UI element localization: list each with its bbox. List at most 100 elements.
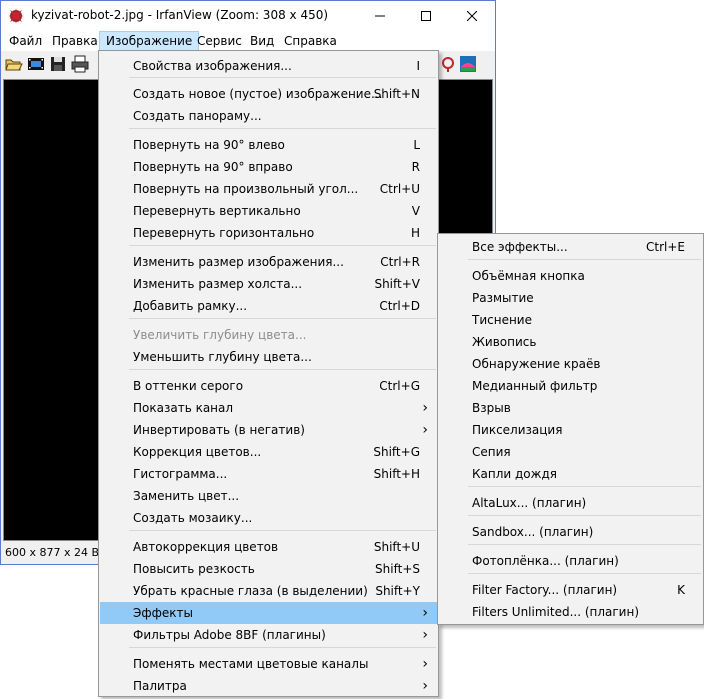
- menu-separator: [129, 530, 436, 531]
- menu-item-decrease-color-depth[interactable]: Уменьшить глубину цвета...: [100, 346, 437, 368]
- menu-item-emboss[interactable]: Тиснение: [439, 309, 702, 331]
- menu-item-filter-factory-plugin[interactable]: Filter Factory... (плагин) K: [439, 579, 702, 601]
- maximize-button[interactable]: [403, 1, 449, 31]
- menu-item-label: Медианный фильтр: [472, 379, 598, 393]
- menu-item-show-channel[interactable]: Показать канал ›: [100, 397, 437, 419]
- menu-separator: [468, 515, 701, 516]
- menu-item-shortcut: Shift+H: [373, 467, 420, 481]
- menu-item-shortcut: V: [411, 204, 420, 218]
- menu-separator: [468, 486, 701, 487]
- menu-item-median-filter[interactable]: Медианный фильтр: [439, 375, 702, 397]
- menu-item-label: Уменьшить глубину цвета...: [133, 350, 312, 364]
- menu-item-label: Создать мозаику...: [133, 511, 253, 525]
- menu-bar: Файл Правка Изображение Сервис Вид Справ…: [1, 31, 495, 51]
- menu-separator: [468, 259, 701, 260]
- menu-item-oil-paint[interactable]: Живопись: [439, 331, 702, 353]
- menu-item-label: Объёмная кнопка: [472, 269, 585, 283]
- menu-item-label: Повернуть на 90° влево: [133, 138, 285, 152]
- menu-item-auto-color-correction[interactable]: Автокоррекция цветов Shift+U: [100, 536, 437, 558]
- menu-item-create-new-image[interactable]: Создать новое (пустое) изображение... Shi…: [100, 83, 437, 105]
- title-bar[interactable]: kyzivat-robot-2.jpg - IrfanView (Zoom: 3…: [1, 1, 495, 31]
- menu-tools[interactable]: Сервис: [191, 32, 248, 50]
- menu-image[interactable]: Изображение: [99, 31, 200, 51]
- menu-item-shortcut: Ctrl+D: [379, 299, 420, 313]
- menu-item-filters-unlimited-plugin[interactable]: Filters Unlimited... (плагин): [439, 601, 702, 623]
- open-folder-icon[interactable]: [5, 55, 23, 73]
- menu-item-label: Создать панораму...: [133, 109, 262, 123]
- menu-item-shortcut: Ctrl+G: [379, 379, 420, 393]
- menu-item-rotate-left[interactable]: Повернуть на 90° влево L: [100, 134, 437, 156]
- menu-item-negative[interactable]: Инвертировать (в негатив) ›: [100, 419, 437, 441]
- menu-item-edge-detection[interactable]: Обнаружение краёв: [439, 353, 702, 375]
- menu-item-label: Тиснение: [472, 313, 532, 327]
- save-icon[interactable]: [49, 55, 67, 73]
- menu-item-resize-canvas[interactable]: Изменить размер холста... Shift+V: [100, 273, 437, 295]
- menu-help[interactable]: Справка: [278, 32, 343, 50]
- menu-view[interactable]: Вид: [244, 32, 280, 50]
- menu-item-flip-vertical[interactable]: Перевернуть вертикально V: [100, 200, 437, 222]
- menu-file[interactable]: Файл: [3, 32, 48, 50]
- menu-item-increase-color-depth: Увеличить глубину цвета...: [100, 324, 437, 346]
- menu-item-label: Заменить цвет...: [133, 489, 240, 503]
- menu-item-label: Капли дождя: [472, 467, 557, 481]
- menu-item-replace-color[interactable]: Заменить цвет...: [100, 485, 437, 507]
- menu-item-explosion[interactable]: Взрыв: [439, 397, 702, 419]
- menu-item-label: Перевернуть вертикально: [133, 204, 301, 218]
- submenu-arrow-icon: ›: [422, 400, 428, 416]
- menu-item-color-corrections[interactable]: Коррекция цветов... Shift+G: [100, 441, 437, 463]
- minimize-button[interactable]: [357, 1, 403, 31]
- irfanview-app-icon: [8, 8, 24, 24]
- print-icon[interactable]: [71, 55, 89, 73]
- menu-item-shortcut: I: [416, 59, 420, 73]
- menu-item-label: Повернуть на произвольный угол...: [133, 182, 359, 196]
- menu-item-resize-image[interactable]: Изменить размер изображения... Ctrl+R: [100, 251, 437, 273]
- menu-item-swap-color-channels[interactable]: Поменять местами цветовые каналы ›: [100, 653, 437, 675]
- menu-item-rain-drops[interactable]: Капли дождя: [439, 463, 702, 485]
- menu-item-film-effect-plugin[interactable]: Фотоплёнка... (плагин): [439, 550, 702, 572]
- submenu-arrow-icon: ›: [422, 656, 428, 672]
- menu-item-effects[interactable]: Эффекты ›: [100, 602, 437, 624]
- menu-item-rotate-custom[interactable]: Повернуть на произвольный угол... Ctrl+U: [100, 178, 437, 200]
- menu-item-3d-button[interactable]: Объёмная кнопка: [439, 265, 702, 287]
- menu-item-label: Filter Factory... (плагин): [472, 583, 618, 597]
- menu-item-red-eye-reduction[interactable]: Убрать красные глаза (в выделении) Shift+…: [100, 580, 437, 602]
- menu-item-sepia[interactable]: Сепия: [439, 441, 702, 463]
- menu-item-label: Гистограмма...: [133, 467, 228, 481]
- menu-item-histogram[interactable]: Гистограмма... Shift+H: [100, 463, 437, 485]
- menu-item-palette[interactable]: Палитра ›: [100, 675, 437, 697]
- menu-item-adobe-8bf-filters[interactable]: Фильтры Adobe 8BF (плагины) ›: [100, 624, 437, 646]
- menu-item-blur[interactable]: Размытие: [439, 287, 702, 309]
- menu-item-label: Показать канал: [133, 401, 234, 415]
- menu-item-label: Убрать красные глаза (в выделении): [133, 584, 368, 598]
- menu-item-shortcut: Shift+V: [374, 277, 420, 291]
- menu-item-flip-horizontal[interactable]: Перевернуть горизонтально H: [100, 222, 437, 244]
- menu-item-label: Изменить размер холста...: [133, 277, 303, 291]
- menu-item-all-effects[interactable]: Все эффекты... Ctrl+E: [439, 236, 702, 258]
- menu-item-sandbox-plugin[interactable]: Sandbox... (плагин): [439, 521, 702, 543]
- menu-item-rotate-right[interactable]: Повернуть на 90° вправо R: [100, 156, 437, 178]
- menu-edit[interactable]: Правка: [46, 32, 104, 50]
- menu-item-pixelize[interactable]: Пикселизация: [439, 419, 702, 441]
- paint-icon[interactable]: [439, 55, 457, 73]
- menu-item-create-panorama[interactable]: Создать панораму...: [100, 105, 437, 127]
- menu-item-shortcut: Ctrl+R: [380, 255, 420, 269]
- menu-separator: [129, 318, 436, 319]
- menu-item-label: Sandbox... (плагин): [472, 525, 594, 539]
- menu-item-label: Добавить рамку...: [133, 299, 248, 313]
- menu-item-create-mosaic[interactable]: Создать мозаику...: [100, 507, 437, 529]
- slideshow-icon[interactable]: [27, 55, 45, 73]
- menu-item-grayscale[interactable]: В оттенки серого Ctrl+G: [100, 375, 437, 397]
- menu-item-label: Автокоррекция цветов: [133, 540, 279, 554]
- menu-item-label: Filters Unlimited... (плагин): [472, 605, 640, 619]
- menu-item-label: Повысить резкость: [133, 562, 255, 576]
- menu-item-image-properties[interactable]: Свойства изображения... I: [100, 55, 437, 77]
- menu-item-altalux-plugin[interactable]: AltaLux... (плагин): [439, 492, 702, 514]
- irfanview-logo-icon[interactable]: [459, 55, 477, 73]
- close-button[interactable]: [449, 1, 495, 31]
- menu-item-sharpen[interactable]: Повысить резкость Shift+S: [100, 558, 437, 580]
- minimize-icon: [375, 15, 385, 17]
- submenu-arrow-icon: ›: [422, 422, 428, 438]
- menu-item-label: Перевернуть горизонтально: [133, 226, 315, 240]
- submenu-arrow-icon: ›: [422, 605, 428, 621]
- menu-item-add-border[interactable]: Добавить рамку... Ctrl+D: [100, 295, 437, 317]
